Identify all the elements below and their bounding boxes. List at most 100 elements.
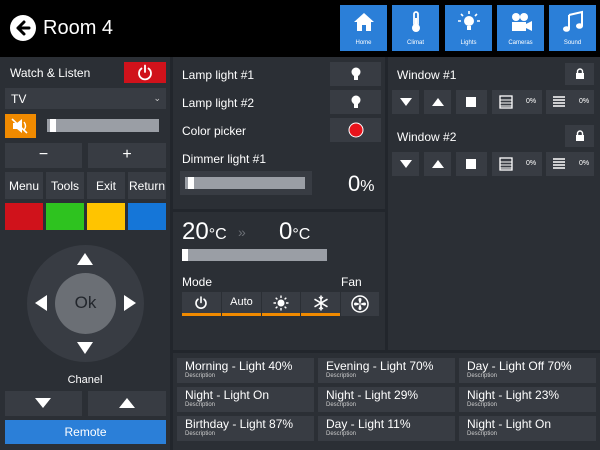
window-1-tilt-button[interactable]: 0% — [492, 90, 542, 114]
dimmer-value-number: 0 — [348, 171, 361, 196]
page-title: Room 4 — [43, 17, 114, 39]
temperature-slider[interactable] — [182, 249, 327, 261]
nav-sound-button[interactable]: Sound — [549, 5, 596, 51]
scene-button[interactable]: Day - Light 11% Description — [318, 416, 455, 441]
volume-slider[interactable] — [47, 119, 159, 132]
dpad-down-icon[interactable] — [76, 341, 94, 355]
window-2-tilt-button[interactable]: 0% — [492, 152, 542, 176]
temperature-slider-handle[interactable] — [182, 249, 188, 261]
back-button[interactable] — [10, 15, 36, 41]
window-2-title: Window #2 — [397, 130, 457, 144]
scene-button[interactable]: Night - Light 29% Description — [318, 387, 455, 412]
thermometer-icon — [412, 11, 420, 32]
dimmer-slider[interactable] — [185, 177, 305, 189]
scene-description: Description — [185, 402, 216, 408]
volume-down-button[interactable]: − — [5, 143, 82, 168]
power-icon — [195, 296, 207, 309]
scene-button[interactable]: Night - Light On Description — [177, 387, 314, 412]
window-2-shade-button[interactable]: 0% — [546, 152, 594, 176]
speaker-mute-icon — [11, 118, 28, 134]
menu-button[interactable]: Menu — [5, 172, 43, 199]
ok-button[interactable]: Ok — [55, 273, 116, 334]
dimmer-slider-handle[interactable] — [188, 177, 194, 189]
window-2-stop-button[interactable] — [456, 152, 487, 176]
color-picker-label: Color picker — [182, 124, 247, 138]
window-2-up-button[interactable] — [424, 152, 451, 176]
green-key-button[interactable] — [46, 203, 84, 230]
exit-button[interactable]: Exit — [87, 172, 125, 199]
window-2-lock-button[interactable] — [565, 125, 594, 147]
nav-cameras-label: Cameras — [508, 40, 533, 46]
mute-button[interactable] — [5, 114, 36, 138]
scene-description: Description — [467, 373, 498, 379]
nav-climat-button[interactable]: Climat — [392, 5, 439, 51]
nav-cameras-button[interactable]: Cameras — [497, 5, 544, 51]
mode-heat-button[interactable] — [262, 292, 300, 316]
scene-button[interactable]: Evening - Light 70% Description — [318, 358, 455, 383]
camera-icon — [512, 13, 532, 31]
lamp-1-toggle[interactable] — [330, 62, 381, 86]
media-title: Watch & Listen — [10, 66, 91, 80]
scene-title: Morning - Light 40% — [185, 359, 293, 373]
dpad-right-icon[interactable] — [123, 294, 137, 312]
color-picker-button[interactable] — [330, 118, 381, 142]
window-1-up-button[interactable] — [424, 90, 451, 114]
remote-label: Remote — [64, 425, 107, 439]
nav-home-button[interactable]: Home — [340, 5, 387, 51]
lamp-2-toggle[interactable] — [330, 90, 381, 114]
current-temp-unit: °C — [208, 226, 227, 243]
scene-title: Day - Light Off 70% — [467, 359, 572, 373]
channel-up-button[interactable] — [88, 391, 166, 416]
current-temp-value: 20 — [182, 218, 209, 245]
scene-button[interactable]: Day - Light Off 70% Description — [459, 358, 596, 383]
tv-power-button[interactable] — [124, 62, 166, 83]
blue-key-button[interactable] — [128, 203, 166, 230]
arrow-up-icon — [119, 398, 135, 408]
target-temperature: 0°C — [279, 219, 310, 248]
window-1-down-button[interactable] — [392, 90, 419, 114]
mode-off-button[interactable] — [182, 292, 221, 316]
window-1-title: Window #1 — [397, 68, 457, 82]
stop-icon — [466, 159, 476, 169]
scene-title: Night - Light 23% — [467, 388, 560, 402]
snowflake-icon — [314, 295, 328, 311]
source-select[interactable]: TV ⌄ — [5, 88, 166, 109]
scene-button[interactable]: Morning - Light 40% Description — [177, 358, 314, 383]
tools-label: Tools — [50, 179, 79, 193]
return-button[interactable]: Return — [128, 172, 166, 199]
scene-button[interactable]: Night - Light 23% Description — [459, 387, 596, 412]
scene-button[interactable]: Night - Light On Description — [459, 416, 596, 441]
window-1-shade-button[interactable]: 0% — [546, 90, 594, 114]
volume-up-button[interactable]: + — [88, 143, 166, 168]
arrow-up-icon — [432, 160, 444, 168]
nav-climat-label: Climat — [406, 40, 424, 46]
lightbulb-icon — [351, 67, 361, 80]
fan-button[interactable] — [341, 292, 379, 316]
window-1-stop-button[interactable] — [456, 90, 487, 114]
dpad-left-icon[interactable] — [34, 294, 48, 312]
dpad-up-icon[interactable] — [76, 252, 94, 266]
arrow-up-icon — [432, 98, 444, 106]
exit-label: Exit — [95, 179, 116, 193]
menu-label: Menu — [8, 179, 40, 193]
arrow-down-icon — [35, 398, 51, 408]
arrow-left-icon — [16, 20, 31, 36]
yellow-key-button[interactable] — [87, 203, 125, 230]
arrow-down-icon — [400, 98, 412, 106]
channel-down-button[interactable] — [5, 391, 82, 416]
color-swatch-icon — [348, 122, 364, 138]
mode-cool-button[interactable] — [301, 292, 340, 316]
volume-slider-handle[interactable] — [50, 119, 56, 132]
window-1-shade-value: 0% — [579, 98, 590, 105]
tools-button[interactable]: Tools — [46, 172, 84, 199]
target-temp-value: 0 — [279, 218, 293, 245]
scene-description: Description — [326, 373, 357, 379]
lock-icon — [576, 68, 584, 79]
window-1-lock-button[interactable] — [565, 63, 594, 85]
scene-button[interactable]: Birthday - Light 87% Description — [177, 416, 314, 441]
remote-button[interactable]: Remote — [5, 420, 166, 444]
window-2-down-button[interactable] — [392, 152, 419, 176]
red-key-button[interactable] — [5, 203, 43, 230]
mode-auto-button[interactable]: Auto — [222, 292, 261, 316]
nav-lights-button[interactable]: Lights — [445, 5, 492, 51]
